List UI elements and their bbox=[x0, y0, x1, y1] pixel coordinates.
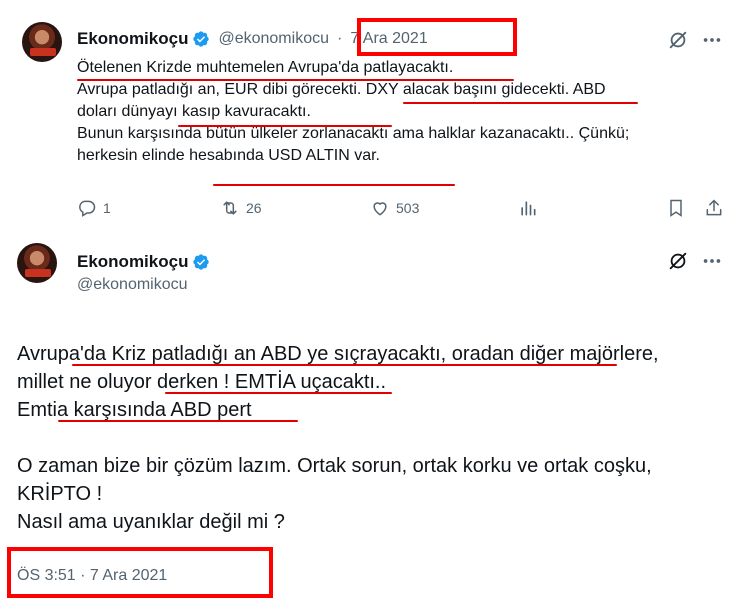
author-name[interactable]: Ekonomikoçu bbox=[77, 252, 188, 272]
annotation-underline bbox=[403, 102, 638, 104]
tweet-line: doları dünyayı kasıp kavuracaktı. bbox=[77, 103, 311, 120]
author-handle[interactable]: @ekonomikocu bbox=[218, 30, 329, 48]
bookmark-button[interactable] bbox=[666, 198, 686, 218]
annotation-underline bbox=[213, 184, 455, 186]
more-icon[interactable] bbox=[701, 250, 723, 272]
views-button[interactable] bbox=[518, 198, 538, 218]
views-icon bbox=[521, 201, 536, 216]
annotation-box-timestamp bbox=[7, 547, 273, 598]
share-button[interactable] bbox=[704, 198, 724, 218]
tweet-line: O zaman bize bir çözüm lazım. Ortak soru… bbox=[17, 455, 652, 477]
bookmark-icon bbox=[670, 199, 682, 217]
separator: · bbox=[336, 30, 343, 47]
more-icon[interactable] bbox=[701, 29, 723, 51]
author-name[interactable]: Ekonomikoçu bbox=[77, 29, 188, 49]
reply-count: 1 bbox=[103, 200, 111, 216]
tweet-line: Nasıl ama uyanıklar değil mi ? bbox=[17, 511, 285, 533]
grok-icon[interactable] bbox=[667, 250, 689, 272]
author-handle[interactable]: @ekonomikocu bbox=[77, 276, 188, 294]
tweet-line bbox=[17, 424, 659, 452]
tweet-line: Avrupa patladığı an, EUR dibi görecekti.… bbox=[77, 81, 606, 98]
like-icon bbox=[373, 202, 387, 216]
like-count: 503 bbox=[396, 200, 420, 216]
share-icon bbox=[706, 199, 722, 216]
tweet-text: Ötelenen Krizde muhtemelen Avrupa'da pat… bbox=[77, 57, 629, 167]
grok-icon[interactable] bbox=[667, 29, 689, 51]
tweet-text: Avrupa'da Kriz patladığı an ABD ye sıçra… bbox=[17, 340, 659, 536]
avatar[interactable] bbox=[17, 243, 57, 283]
retweet-icon bbox=[223, 201, 237, 215]
verified-icon bbox=[193, 254, 210, 270]
avatar[interactable] bbox=[22, 22, 62, 62]
annotation-box-date bbox=[357, 18, 517, 56]
annotation-underline bbox=[165, 392, 392, 394]
verified-icon bbox=[193, 31, 210, 47]
reply-button[interactable]: 1 bbox=[77, 198, 111, 218]
retweet-count: 26 bbox=[246, 200, 262, 216]
annotation-underline bbox=[77, 79, 514, 81]
retweet-button[interactable]: 26 bbox=[220, 198, 262, 218]
annotation-underline bbox=[178, 125, 392, 127]
like-button[interactable]: 503 bbox=[370, 198, 419, 218]
tweet-line: KRİPTO ! bbox=[17, 483, 103, 505]
reply-icon bbox=[79, 200, 96, 217]
tweet-line: herkesin elinde hesabında USD ALTIN var. bbox=[77, 147, 380, 164]
tweet-line: Ötelenen Krizde muhtemelen Avrupa'da pat… bbox=[77, 59, 454, 76]
annotation-underline bbox=[72, 364, 617, 366]
annotation-underline bbox=[58, 420, 298, 422]
